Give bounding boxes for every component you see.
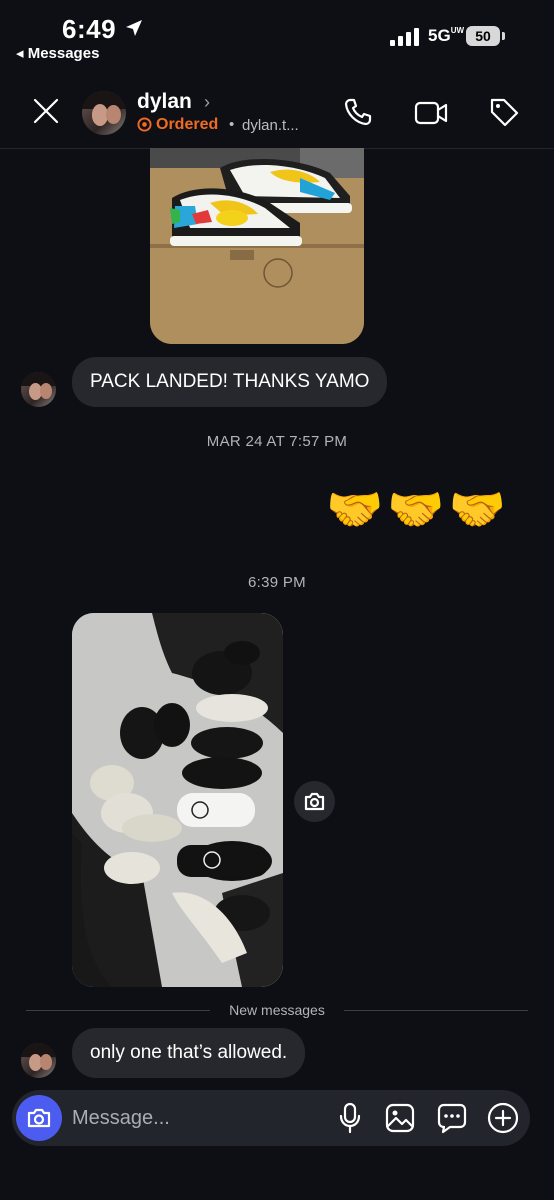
tag-icon[interactable] xyxy=(488,96,520,128)
new-messages-label: New messages xyxy=(229,1002,325,1018)
phone-icon[interactable] xyxy=(342,96,374,128)
order-status[interactable]: Ordered xyxy=(156,116,218,134)
status-time: 6:49 xyxy=(62,14,117,44)
message-input[interactable] xyxy=(72,1104,312,1132)
divider-left xyxy=(26,1010,210,1011)
close-icon[interactable] xyxy=(32,97,60,125)
sender-avatar[interactable] xyxy=(21,372,56,407)
battery-indicator: 50 xyxy=(466,26,500,46)
divider-right xyxy=(344,1010,528,1011)
camera-button[interactable] xyxy=(16,1095,62,1141)
microphone-icon[interactable] xyxy=(338,1102,362,1134)
sneaker-photo[interactable] xyxy=(150,148,364,344)
camera-reply-button[interactable] xyxy=(294,781,335,822)
add-icon[interactable] xyxy=(486,1101,520,1135)
gallery-icon[interactable] xyxy=(384,1102,416,1134)
chevron-right-icon[interactable]: › xyxy=(204,92,210,113)
timestamp: 6:39 PM xyxy=(248,574,306,591)
video-call-icon[interactable] xyxy=(414,98,448,128)
separator-dot: • xyxy=(229,116,235,133)
battery-tip xyxy=(502,32,505,40)
back-to-messages-link[interactable]: ◂ Messages xyxy=(16,44,99,62)
order-icon xyxy=(137,117,152,132)
cellular-signal-icon xyxy=(390,28,419,46)
avatar[interactable] xyxy=(82,91,126,135)
message-bubble[interactable]: PACK LANDED! THANKS YAMO xyxy=(72,357,388,407)
timestamp: MAR 24 AT 7:57 PM xyxy=(206,433,348,450)
message-bubble[interactable]: only one that’s allowed. xyxy=(72,1028,306,1078)
contact-name[interactable]: dylan xyxy=(137,90,192,114)
network-sup: UW xyxy=(450,26,465,35)
socks-photo[interactable] xyxy=(72,613,283,987)
handshake-emoji-message[interactable]: 🤝🤝🤝 xyxy=(326,482,510,537)
location-arrow-icon xyxy=(126,20,142,36)
sender-avatar[interactable] xyxy=(21,1043,56,1078)
sticker-icon[interactable] xyxy=(436,1102,468,1134)
network-type: 5GUW xyxy=(428,26,465,45)
contact-handle[interactable]: dylan.t... xyxy=(242,117,299,134)
